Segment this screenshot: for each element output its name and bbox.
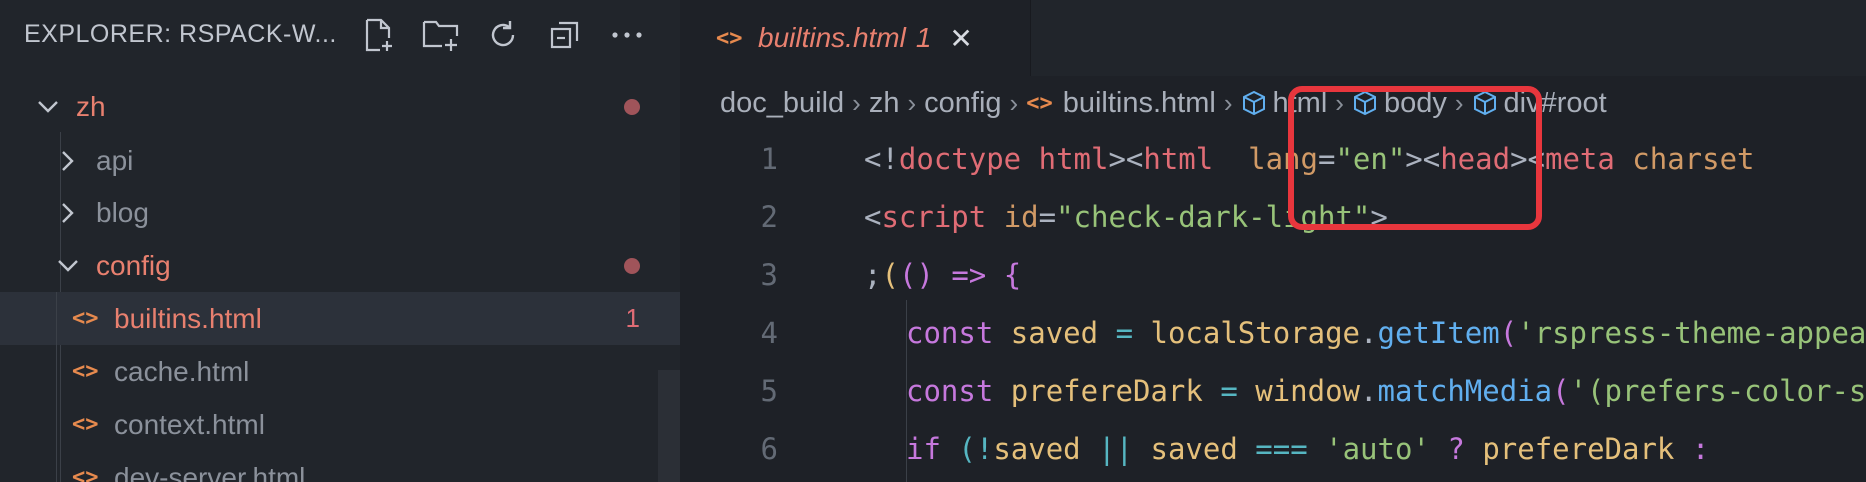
- tree-file-builtins[interactable]: <> builtins.html 1: [0, 292, 680, 345]
- line-number: 5: [760, 374, 778, 408]
- explorer-title: EXPLORER: RSPACK-W...: [24, 20, 337, 48]
- breadcrumb-item[interactable]: config: [924, 87, 1001, 120]
- tree-folder-zh[interactable]: zh: [0, 80, 680, 133]
- tree-label: cache.html: [114, 355, 250, 387]
- breadcrumb-separator: ›: [1223, 87, 1233, 118]
- tab-problems-count: 1: [915, 22, 932, 53]
- breadcrumb-item[interactable]: <> builtins.html: [1026, 87, 1216, 120]
- line-number: 2: [760, 200, 778, 234]
- line-number: 4: [760, 316, 778, 350]
- tree-label: blog: [96, 196, 149, 228]
- explorer-sidebar: EXPLORER: RSPACK-W... zh api blog config…: [0, 0, 680, 482]
- problems-count-badge: 1: [625, 303, 640, 333]
- sidebar-scrollbar[interactable]: [658, 370, 680, 482]
- close-icon[interactable]: ✕: [949, 22, 972, 55]
- tree-file-context[interactable]: <> context.html: [0, 398, 680, 451]
- more-icon[interactable]: [603, 12, 651, 58]
- html-file-icon: <>: [72, 412, 99, 437]
- tree-label: context.html: [114, 408, 265, 440]
- tree-file-cache[interactable]: <> cache.html: [0, 345, 680, 398]
- tab-label: builtins.html: [758, 22, 906, 53]
- cube-icon: [1242, 90, 1265, 116]
- modified-dot: [624, 257, 640, 274]
- tab-builtins-html[interactable]: <> builtins.html 1 ✕: [680, 0, 1031, 76]
- chevron-down-icon: [36, 100, 60, 114]
- html-file-icon: <>: [72, 359, 99, 384]
- tree-label: dev-server.html: [114, 461, 306, 482]
- code-line-6: if (!saved || saved === 'auto' ? prefere…: [906, 432, 1710, 466]
- chevron-right-icon: [56, 202, 80, 224]
- collapse-all-icon[interactable]: [541, 12, 589, 58]
- line-number: 1: [760, 142, 778, 176]
- tab-bar: <> builtins.html 1 ✕: [680, 0, 1866, 76]
- line-number: 6: [760, 432, 778, 466]
- breadcrumb-item[interactable]: zh: [869, 87, 900, 120]
- refresh-icon[interactable]: [479, 12, 527, 58]
- tree-folder-config[interactable]: config: [0, 239, 680, 292]
- html-file-icon: <>: [72, 465, 99, 482]
- modified-dot: [624, 98, 640, 115]
- tree-file-dev-server[interactable]: <> dev-server.html: [0, 451, 680, 482]
- breadcrumb-separator: ›: [907, 87, 917, 118]
- html-file-icon: <>: [716, 25, 743, 51]
- explorer-actions: [355, 12, 651, 58]
- chevron-down-icon: [56, 259, 80, 273]
- chevron-right-icon: [56, 150, 80, 172]
- tree-label: builtins.html: [114, 302, 262, 334]
- breadcrumb-separator: ›: [852, 87, 861, 118]
- annotation-highlight-box: [1288, 86, 1542, 230]
- tree-folder-blog[interactable]: blog: [0, 186, 680, 239]
- new-folder-icon[interactable]: [417, 12, 465, 58]
- breadcrumb: doc_build › zh › config › <> builtins.ht…: [680, 76, 1866, 130]
- html-file-icon: <>: [1026, 90, 1053, 116]
- tree-folder-api[interactable]: api: [0, 134, 680, 187]
- html-file-icon: <>: [72, 306, 99, 331]
- breadcrumb-item[interactable]: doc_build: [720, 87, 844, 120]
- tree-label: zh: [76, 90, 106, 122]
- code-line-3: ;(() => {: [864, 258, 1022, 292]
- code-line-5: const prefereDark = window.matchMedia('(…: [906, 374, 1866, 408]
- line-number: 3: [760, 258, 778, 292]
- editor: <> builtins.html 1 ✕ doc_build › zh › co…: [680, 0, 1866, 482]
- explorer-header: EXPLORER: RSPACK-W...: [0, 0, 680, 70]
- tree-label: api: [96, 144, 134, 176]
- code-line-4: const saved = localStorage.getItem('rspr…: [906, 316, 1866, 350]
- tree-label: config: [96, 249, 171, 281]
- new-file-icon[interactable]: [355, 12, 403, 58]
- code-area[interactable]: <!doctype html><html lang="en"><head><me…: [864, 130, 1866, 466]
- breadcrumb-separator: ›: [1009, 87, 1019, 118]
